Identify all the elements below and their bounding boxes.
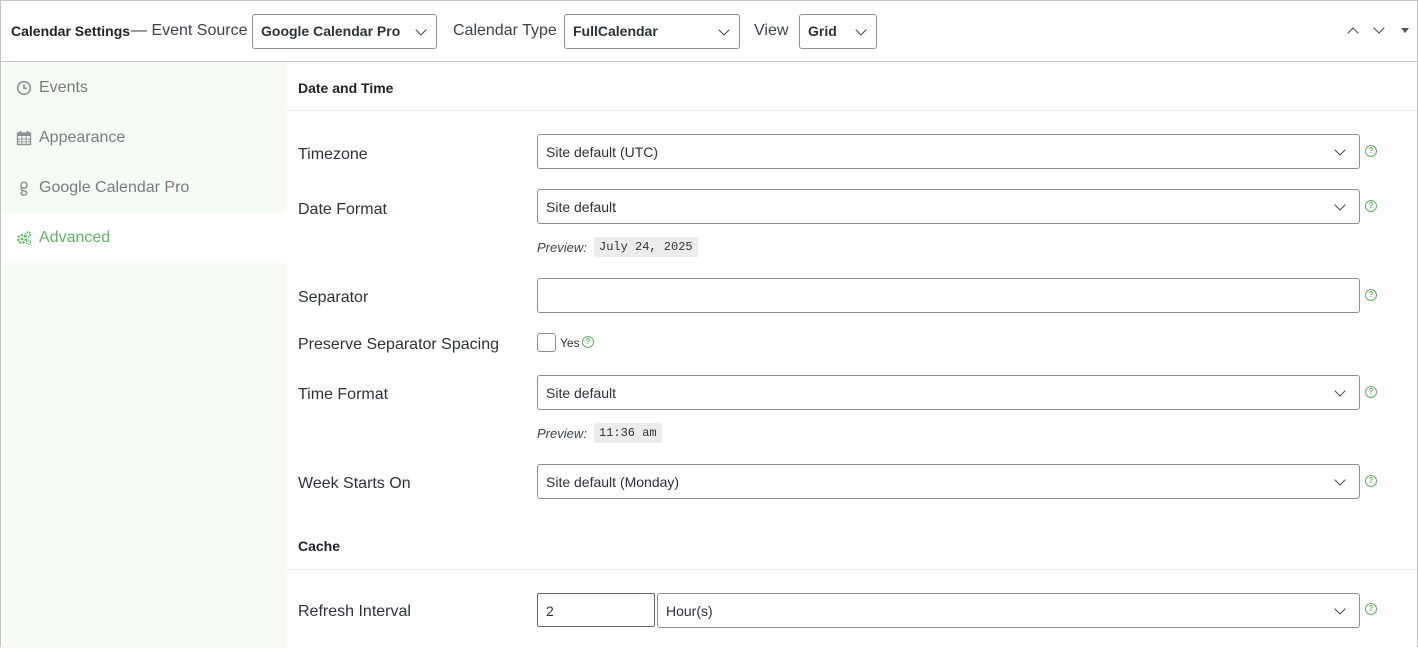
move-up-button[interactable]	[1343, 21, 1363, 41]
time-format-label: Time Format	[298, 386, 389, 403]
google-icon	[20, 181, 28, 196]
sidebar-item-appearance[interactable]: Appearance	[2, 113, 286, 163]
preserve-spacing-checkbox[interactable]	[537, 333, 556, 352]
event-source-select[interactable]: Google Calendar Pro	[252, 14, 437, 49]
panel-header: Calendar Settings — Event Source Google …	[1, 1, 1417, 62]
chevron-down-icon	[1373, 22, 1385, 34]
chevron-down-icon	[1334, 474, 1346, 486]
sidebar-item-label: Advanced	[39, 229, 111, 246]
date-format-select[interactable]: Site default	[537, 189, 1360, 224]
date-preview-value: July 24, 2025	[594, 237, 698, 257]
clock-icon	[16, 80, 32, 96]
view-value: Grid	[808, 23, 837, 39]
event-source-label: — Event Source	[131, 22, 248, 39]
sidebar-item-google-calendar-pro[interactable]: Google Calendar Pro	[2, 163, 286, 213]
help-icon[interactable]: ?	[582, 336, 594, 348]
date-format-value: Site default	[546, 199, 617, 215]
view-label: View	[754, 22, 789, 39]
section-heading-date-time: Date and Time	[298, 80, 394, 96]
refresh-interval-value: 2	[546, 603, 554, 619]
separator-label: Separator	[298, 289, 369, 306]
calendar-settings-panel: Calendar Settings — Event Source Google …	[0, 0, 1418, 648]
timezone-select[interactable]: Site default (UTC)	[537, 134, 1360, 169]
time-format-value: Site default	[546, 385, 617, 401]
date-preview-label: Preview:	[537, 240, 587, 255]
chevron-down-icon	[718, 24, 730, 36]
timezone-label: Timezone	[298, 146, 368, 163]
preserve-spacing-yes-label: Yes	[560, 336, 580, 350]
chevron-down-icon	[1334, 603, 1346, 615]
help-icon[interactable]: ?	[1365, 386, 1377, 398]
week-start-select[interactable]: Site default (Monday)	[537, 464, 1360, 499]
event-source-value: Google Calendar Pro	[261, 23, 401, 39]
section-heading-cache: Cache	[298, 538, 341, 554]
chevron-up-icon	[1347, 27, 1359, 39]
separator-input[interactable]	[537, 278, 1360, 313]
help-icon[interactable]: ?	[1365, 145, 1377, 157]
calendar-icon	[16, 131, 32, 146]
sidebar-item-label: Appearance	[39, 129, 126, 146]
settings-sidebar: Events Appearance Google Calendar Pro Ad…	[2, 63, 286, 648]
section-divider	[286, 569, 1417, 570]
panel-title: Calendar Settings	[11, 23, 131, 39]
week-start-label: Week Starts On	[298, 475, 411, 492]
help-icon[interactable]: ?	[1365, 603, 1377, 615]
week-start-value: Site default (Monday)	[546, 474, 680, 490]
refresh-unit-value: Hour(s)	[666, 603, 713, 619]
calendar-type-select[interactable]: FullCalendar	[564, 14, 740, 49]
time-preview-label: Preview:	[537, 426, 587, 441]
gears-icon	[17, 231, 32, 245]
time-format-select[interactable]: Site default	[537, 375, 1360, 410]
time-preview-value: 11:36 am	[594, 423, 662, 443]
toggle-panel-icon[interactable]	[1401, 28, 1409, 33]
view-select[interactable]: Grid	[799, 14, 877, 49]
calendar-type-value: FullCalendar	[573, 23, 658, 39]
timezone-value: Site default (UTC)	[546, 144, 659, 160]
chevron-down-icon	[1334, 385, 1346, 397]
chevron-down-icon	[855, 24, 867, 36]
preserve-spacing-label: Preserve Separator Spacing	[298, 336, 499, 353]
help-icon[interactable]: ?	[1365, 289, 1377, 301]
section-divider	[286, 110, 1417, 111]
refresh-interval-label: Refresh Interval	[298, 603, 411, 620]
sidebar-item-label: Events	[39, 79, 88, 96]
sidebar-item-advanced[interactable]: Advanced	[2, 213, 286, 263]
chevron-down-icon	[415, 24, 427, 36]
calendar-type-label: Calendar Type	[453, 22, 557, 39]
sidebar-item-events[interactable]: Events	[2, 63, 286, 113]
chevron-down-icon	[1334, 199, 1346, 211]
chevron-down-icon	[1334, 144, 1346, 156]
help-icon[interactable]: ?	[1365, 200, 1377, 212]
sidebar-item-label: Google Calendar Pro	[39, 179, 190, 196]
help-icon[interactable]: ?	[1365, 475, 1377, 487]
refresh-unit-select[interactable]: Hour(s)	[657, 593, 1360, 628]
refresh-interval-input[interactable]: 2	[537, 593, 655, 627]
date-format-label: Date Format	[298, 201, 387, 218]
move-down-button[interactable]	[1369, 21, 1389, 41]
